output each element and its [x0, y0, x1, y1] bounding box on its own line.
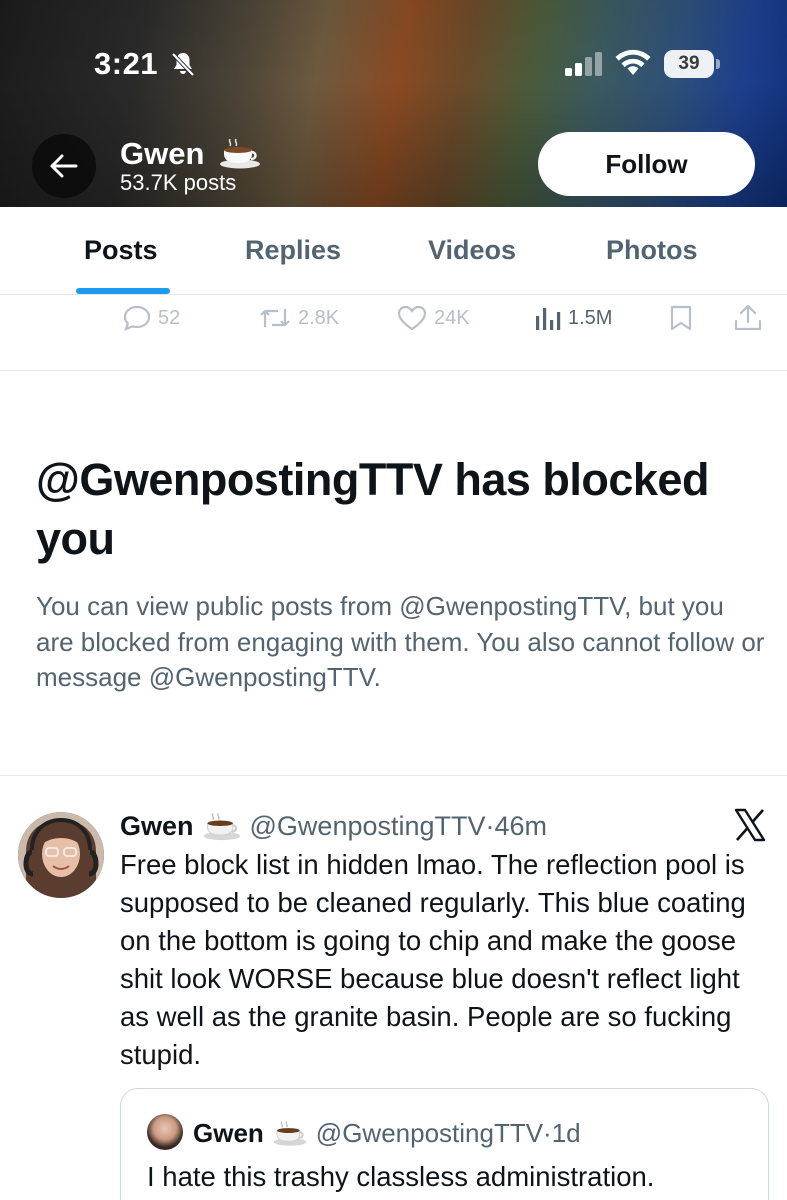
- quoted-tweet[interactable]: Gwen @GwenpostingTTV·1d I hate this tras…: [120, 1088, 769, 1200]
- back-button[interactable]: [32, 134, 96, 198]
- quote-avatar: [147, 1114, 183, 1150]
- tab-photos[interactable]: Photos: [606, 235, 698, 266]
- signal-icon: [565, 52, 602, 76]
- bookmark-action[interactable]: [668, 303, 700, 333]
- tab-videos[interactable]: Videos: [428, 235, 516, 266]
- repost-icon: [260, 309, 290, 327]
- views-count: 1.5M: [568, 306, 613, 329]
- posts-count: 53.7K posts: [120, 170, 237, 195]
- reply-action[interactable]: 52: [122, 303, 180, 333]
- coffee-icon: [273, 1121, 307, 1146]
- bell-slash-icon: [171, 52, 195, 77]
- views-action[interactable]: 1.5M: [534, 303, 612, 333]
- profile-name: Gwen: [120, 136, 205, 171]
- reply-icon: [123, 305, 151, 331]
- quote-author-name: Gwen: [193, 1117, 264, 1148]
- back-arrow-icon: [50, 154, 78, 178]
- profile-header: 3:21 39 Gwen 53.7K posts Follow: [0, 0, 787, 207]
- tweet-author-name[interactable]: Gwen: [120, 811, 194, 842]
- profile-tabs: Posts Replies Videos Photos: [0, 207, 787, 295]
- coffee-icon: [203, 812, 240, 841]
- tab-replies[interactable]: Replies: [245, 235, 341, 266]
- tweet-text: Free block list in hidden lmao. The refl…: [120, 849, 746, 1070]
- battery-icon: 39: [664, 50, 720, 78]
- share-icon: [734, 304, 762, 331]
- reply-count: 52: [158, 306, 181, 329]
- bookmark-icon: [670, 305, 692, 331]
- wifi-icon: [615, 49, 651, 75]
- follow-button[interactable]: Follow: [538, 132, 755, 196]
- coffee-icon: [220, 138, 260, 169]
- active-tab-indicator: [76, 288, 170, 294]
- avatar[interactable]: [18, 812, 104, 898]
- x-logo-icon[interactable]: [733, 808, 767, 842]
- views-icon: [536, 308, 561, 330]
- share-action[interactable]: [733, 303, 769, 333]
- tweet-handle-time[interactable]: @GwenpostingTTV·46m: [250, 811, 548, 842]
- like-count: 24K: [434, 306, 470, 329]
- divider: [0, 775, 787, 776]
- post-actions: 52 2.8K 24K 1.5M: [0, 295, 787, 371]
- quote-header: Gwen @GwenpostingTTV·1d: [193, 1115, 581, 1151]
- tweet-header: Gwen @GwenpostingTTV·46m: [120, 808, 547, 844]
- quote-handle-time: @GwenpostingTTV·1d: [315, 1117, 581, 1148]
- like-action[interactable]: 24K: [396, 303, 470, 333]
- like-icon: [397, 305, 427, 331]
- status-bar: 3:21 39: [0, 0, 787, 110]
- battery-level: 39: [664, 50, 714, 78]
- blocked-body: You can view public posts from @Gwenpost…: [36, 591, 765, 692]
- avatar-photo: [18, 812, 104, 898]
- status-time: 3:21: [94, 46, 159, 81]
- quote-text: I hate this trashy classless administrat…: [147, 1161, 655, 1192]
- repost-action[interactable]: 2.8K: [258, 303, 339, 333]
- tab-posts[interactable]: Posts: [84, 235, 158, 266]
- battery-nub: [716, 59, 720, 69]
- blocked-title: @GwenpostingTTV has blocked you: [36, 454, 709, 564]
- repost-count: 2.8K: [298, 306, 340, 329]
